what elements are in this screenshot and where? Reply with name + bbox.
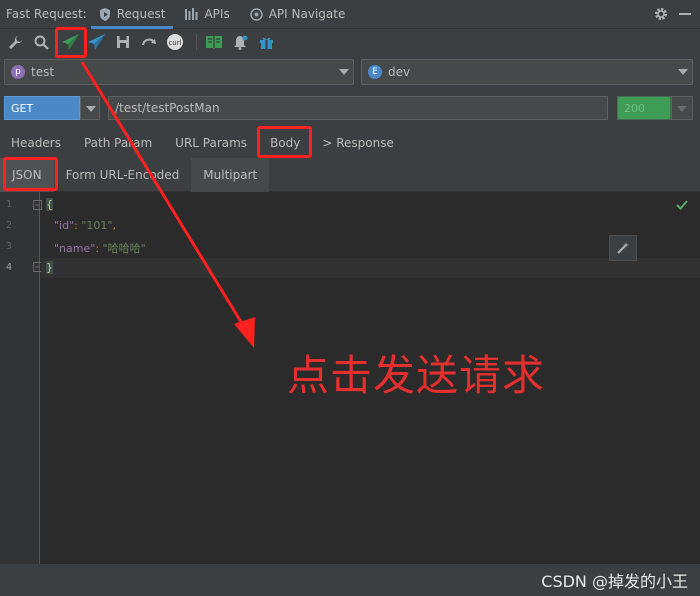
environment-row: p test E dev: [0, 58, 700, 86]
tab-request[interactable]: Request: [90, 0, 174, 29]
tab-form-url-encoded[interactable]: Form URL-Encoded: [54, 158, 192, 192]
send-request-button[interactable]: [60, 31, 82, 53]
tab-multipart[interactable]: Multipart: [191, 157, 270, 192]
json-value: "哈哈哈": [102, 242, 146, 255]
code-line-3: "name": "哈哈哈": [54, 242, 146, 255]
project-value: test: [31, 65, 55, 79]
tab-request-label: Request: [116, 7, 166, 21]
toolbar: curl: [0, 29, 700, 55]
fold-icon[interactable]: [33, 200, 42, 210]
line-number: 1: [6, 199, 13, 210]
redo-icon[interactable]: [138, 31, 160, 53]
line-number: 2: [6, 220, 13, 231]
request-tabs: Headers Path Param URL Params Body > Res…: [0, 128, 700, 158]
body-tabs: JSON Form URL-Encoded Multipart: [0, 157, 700, 192]
tab-apis[interactable]: APIs: [177, 0, 237, 29]
line-gutter: 1 2 3 4: [0, 192, 42, 564]
tab-url-params[interactable]: URL Params: [164, 128, 259, 158]
chevron-down-icon: [678, 69, 688, 75]
annotation-text: 点击发送请求: [287, 351, 546, 400]
curl-label: curl: [168, 38, 182, 47]
code-line-2: "id": "101",: [54, 219, 116, 232]
tab-body[interactable]: Body: [259, 128, 312, 158]
tab-response[interactable]: > Response: [312, 128, 406, 158]
chevron-down-icon: [339, 69, 349, 75]
tab-api-navigate[interactable]: API Navigate: [242, 0, 354, 29]
close-brace: }: [46, 261, 53, 274]
send-icon: [62, 34, 79, 50]
minimize-icon[interactable]: [678, 7, 692, 24]
tab-path-param[interactable]: Path Param: [73, 128, 164, 158]
project-badge: p: [11, 65, 25, 79]
send-download-button[interactable]: [86, 31, 108, 53]
environment-value: dev: [388, 65, 411, 79]
status-code-value: 200: [624, 101, 645, 115]
book-icon[interactable]: [203, 31, 225, 53]
tab-headers[interactable]: Headers: [0, 128, 73, 158]
tab-api-navigate-label: API Navigate: [268, 7, 346, 21]
gift-icon[interactable]: [255, 31, 277, 53]
url-row: GET 200: [0, 96, 700, 122]
json-value: "101": [81, 219, 113, 232]
json-key: "id": [54, 219, 75, 232]
bar-list-icon: [185, 8, 198, 20]
method-dropdown-button[interactable]: [80, 96, 100, 120]
toolbar-separator: [196, 34, 197, 50]
search-icon[interactable]: [30, 31, 52, 53]
code-line-1: {: [46, 198, 53, 211]
app-title: Fast Request:: [6, 7, 87, 21]
current-line-highlight: [41, 258, 700, 278]
shield-play-icon: [99, 7, 111, 21]
line-number: 4: [6, 262, 13, 273]
tab-json[interactable]: JSON: [0, 157, 54, 192]
watermark: CSDN @掉发的小王: [541, 572, 688, 591]
line-number: 3: [6, 241, 13, 252]
format-json-button[interactable]: [609, 235, 637, 261]
status-code-field[interactable]: 200: [617, 96, 671, 120]
environment-select[interactable]: E dev: [361, 59, 693, 85]
url-input[interactable]: [108, 96, 608, 120]
method-select[interactable]: GET: [4, 96, 80, 120]
json-editor[interactable]: 1 2 3 4 { "id": "101", "name": "哈哈哈" } 点…: [0, 192, 700, 564]
magic-wand-icon: [617, 242, 629, 254]
notification-bell-icon[interactable]: [229, 31, 251, 53]
method-value: GET: [11, 101, 34, 115]
status-dropdown-button[interactable]: [671, 96, 693, 120]
save-icon[interactable]: [112, 31, 134, 53]
code-line-4: }: [46, 261, 53, 274]
open-brace: {: [46, 198, 53, 211]
project-select[interactable]: p test: [4, 59, 354, 85]
tool-window-header: Fast Request: Request APIs API Navigate: [0, 0, 700, 29]
checkmark-icon: [676, 199, 688, 213]
wrench-icon[interactable]: [4, 31, 26, 53]
target-icon: [249, 7, 263, 21]
send-blue-icon: [88, 34, 105, 50]
curl-button[interactable]: curl: [164, 31, 186, 53]
gear-icon[interactable]: [654, 7, 668, 24]
environment-badge: E: [368, 65, 382, 79]
json-key: "name": [54, 242, 96, 255]
tab-apis-label: APIs: [204, 7, 230, 21]
